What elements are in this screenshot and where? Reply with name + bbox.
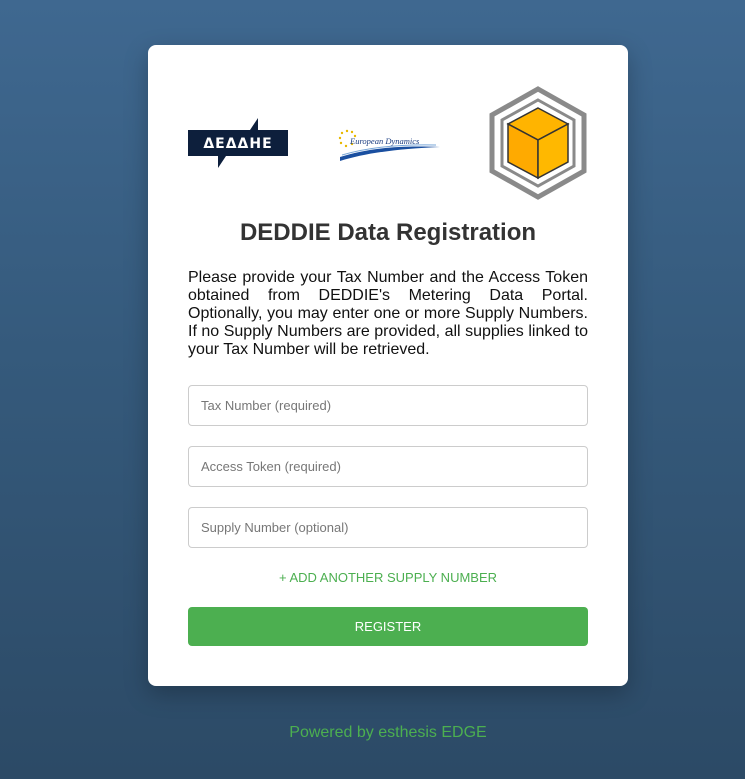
deddhe-logo-text: ΔΕΔΔΗΕ — [203, 136, 272, 152]
add-supply-number-link[interactable]: + ADD ANOTHER SUPPLY NUMBER — [148, 570, 628, 585]
access-token-input[interactable] — [188, 446, 588, 487]
european-dynamics-logo-icon: European Dynamics — [338, 129, 440, 161]
registration-description: Please provide your Tax Number and the A… — [188, 269, 588, 358]
registration-card: ΔΕΔΔΗΕ European Dynamics DEDDIE Data Reg… — [148, 45, 628, 686]
european-dynamics-logo-text: European Dynamics — [349, 136, 420, 146]
page-title: DEDDIE Data Registration — [239, 219, 537, 246]
deddhe-logo-icon: ΔΕΔΔΗΕ — [188, 118, 288, 168]
esthesis-cube-logo-icon — [489, 86, 587, 200]
logo-row: ΔΕΔΔΗΕ European Dynamics — [148, 45, 628, 205]
register-button[interactable]: REGISTER — [188, 607, 588, 646]
supply-number-input[interactable] — [188, 507, 588, 548]
powered-by-footer: Powered by esthesis EDGE — [289, 724, 487, 741]
tax-number-input[interactable] — [188, 385, 588, 426]
